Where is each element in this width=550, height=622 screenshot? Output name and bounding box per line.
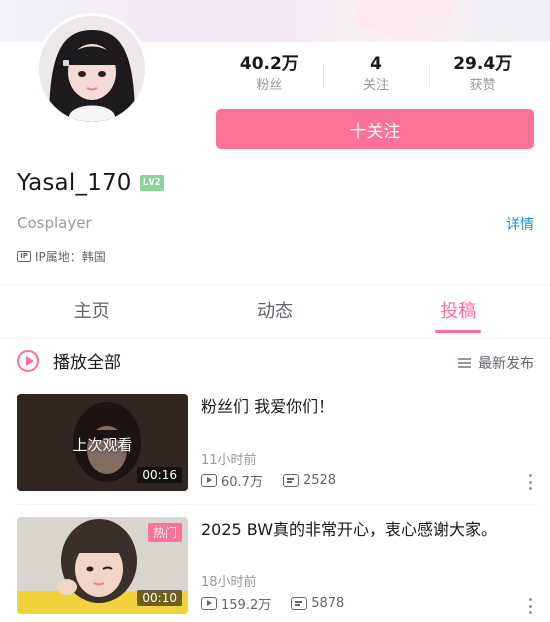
detail-link[interactable]: 详情 <box>506 214 534 234</box>
follow-button[interactable]: 十关注 <box>216 109 534 149</box>
play-count: 159.2万 <box>201 594 271 613</box>
stat-label: 粉丝 <box>256 78 283 93</box>
video-duration: 00:16 <box>137 467 182 483</box>
divider <box>17 504 537 505</box>
video-duration: 00:10 <box>137 590 182 606</box>
video-thumbnail[interactable]: 热门 00:10 <box>17 517 188 614</box>
ip-icon: IP <box>17 251 31 262</box>
hot-badge: 热门 <box>147 523 182 542</box>
sort-button[interactable]: 最新发布 <box>458 353 534 373</box>
danmaku-count-value: 5878 <box>311 596 345 611</box>
danmaku-count: 2528 <box>282 473 337 488</box>
ip-location-text: IP属地：韩国 <box>35 250 106 264</box>
divider <box>0 284 550 285</box>
last-watched-overlay: 上次观看 <box>72 436 133 454</box>
ip-location: IP IP属地：韩国 <box>17 248 106 265</box>
stat-value: 29.4万 <box>453 54 513 74</box>
danmaku-count: 5878 <box>291 596 344 611</box>
stat-value: 40.2万 <box>239 54 299 74</box>
video-title[interactable]: 粉丝们 我爱你们！ <box>201 396 521 418</box>
video-title[interactable]: 2025 BW真的非常开心，衷心感谢大家。 <box>201 519 521 541</box>
video-time: 18小时前 <box>201 575 257 590</box>
username-row: Yasal_170 LV2 <box>17 170 164 196</box>
stat-label: 获赞 <box>469 78 496 93</box>
profile-tabs: 主页 动态 投稿 <box>0 286 550 338</box>
more-options-icon[interactable] <box>529 598 533 614</box>
play-count-value: 159.2万 <box>221 598 272 613</box>
sort-label: 最新发布 <box>478 356 534 372</box>
play-count-value: 60.7万 <box>221 475 263 490</box>
stat-followers[interactable]: 40.2万 粉丝 <box>216 52 323 100</box>
stat-value: 4 <box>370 54 382 74</box>
video-meta: 159.2万 5878 <box>201 594 364 613</box>
play-count: 60.7万 <box>201 471 263 490</box>
stats-bar: 40.2万 粉丝 4 关注 29.4万 获赞 <box>216 52 536 100</box>
play-count-icon <box>201 474 217 487</box>
stat-label: 关注 <box>363 78 390 93</box>
list-icon <box>458 358 471 368</box>
danmaku-icon <box>291 597 308 610</box>
tab-dynamics[interactable]: 动态 <box>183 286 366 338</box>
video-meta: 60.7万 2528 <box>201 471 356 490</box>
tab-home[interactable]: 主页 <box>0 286 183 338</box>
play-count-icon <box>201 597 217 610</box>
more-options-icon[interactable] <box>529 474 533 490</box>
bio-text: Cosplayer <box>17 214 92 232</box>
danmaku-count-value: 2528 <box>302 473 337 488</box>
video-item[interactable]: 上次观看 00:16 粉丝们 我爱你们！ 11小时前 60.7万 2528 <box>17 394 537 491</box>
play-all-label: 播放全部 <box>53 353 121 373</box>
stat-following[interactable]: 4 关注 <box>322 52 430 100</box>
video-time: 11小时前 <box>201 453 257 468</box>
video-item[interactable]: 热门 00:10 2025 BW真的非常开心，衷心感谢大家。 18小时前 159… <box>17 517 537 614</box>
username: Yasal_170 <box>17 170 132 196</box>
tab-uploads[interactable]: 投稿 <box>367 286 550 338</box>
banner-glare <box>352 0 458 42</box>
avatar[interactable] <box>36 13 148 125</box>
divider <box>0 338 550 339</box>
play-circle-icon <box>17 349 39 372</box>
stat-likes[interactable]: 29.4万 获赞 <box>429 52 536 100</box>
level-badge: LV2 <box>139 175 164 191</box>
danmaku-icon <box>282 474 299 487</box>
play-all-button[interactable]: 播放全部 <box>17 348 121 373</box>
video-thumbnail[interactable]: 上次观看 00:16 <box>17 394 188 491</box>
